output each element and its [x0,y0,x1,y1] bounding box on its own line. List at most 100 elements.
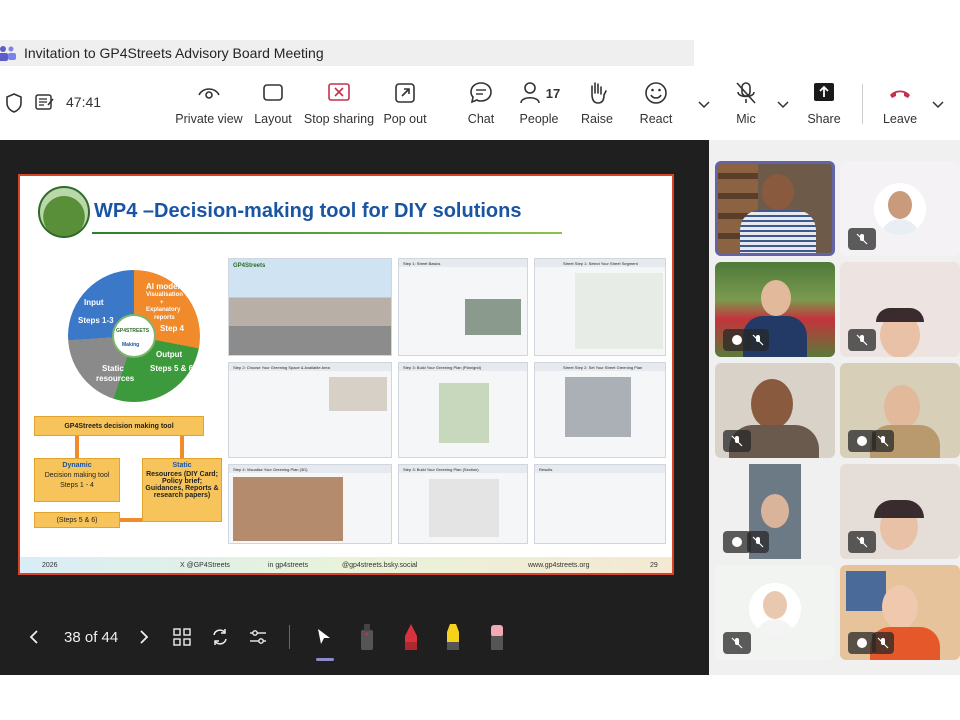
people-label: People [519,112,559,126]
settings-sliders-icon[interactable] [248,622,268,652]
pointer-tool-icon[interactable] [316,622,332,652]
participant-face [884,385,920,429]
thumb-street-step2: Street Step 2: Set Your Street Greening … [534,362,666,458]
thumb-street-step1: Street Step 1: Select Your Street Segmen… [534,258,666,356]
pen-tool-icon[interactable] [358,622,376,652]
mic-label: Mic [736,112,756,126]
background-window [846,571,886,611]
title-bar: Invitation to GP4Streets Advisory Board … [0,40,694,66]
cycle-explanatory: Explanatory [146,307,181,313]
mic-off-icon [872,632,894,654]
react-chevron-icon[interactable] [698,96,710,114]
pop-out-label: Pop out [383,112,427,126]
participant-tile[interactable] [715,363,835,458]
raise-label: Raise [581,112,613,126]
participant-hair [874,500,924,518]
grid-view-icon[interactable] [173,622,191,652]
arrow-bottom [120,518,142,522]
participant-face [882,585,918,629]
pop-out-button[interactable]: Pop out [370,80,440,126]
thumb-street-render: GP4Streets [228,258,392,356]
private-view-button[interactable]: Private view [174,80,244,126]
cycle-reports: reports [154,315,175,321]
diagram-header: GP4Streets decision making tool [34,416,204,436]
participant-tile[interactable] [840,464,960,559]
participant-tile[interactable] [840,565,960,660]
mic-off-icon [848,329,876,351]
participant-tile[interactable] [840,363,960,458]
thumb-step1: Step 1: Street Basics [398,258,528,356]
react-button[interactable]: React [621,80,691,126]
leave-chevron-icon[interactable] [932,96,944,114]
layout-button[interactable]: Layout [238,80,308,126]
stop-sharing-label: Stop sharing [303,112,375,126]
thumb-step2-title: Step 2: Choose Your Greening Space & Ava… [233,365,330,370]
thumb-street2-title: Street Step 2: Set Your Street Greening … [563,365,643,370]
people-icon [519,82,540,104]
footer-page: 29 [650,561,658,569]
diagram-static: Static Resources (DIY Card; Policy brief… [142,458,222,522]
notes-icon[interactable] [35,93,55,116]
gp4streets-logo [38,186,90,238]
thumb-step3-plan: Step 3: Build Your Greening Plan (Plan/g… [398,362,528,458]
participant-tile[interactable] [840,161,960,256]
mic-chevron-icon[interactable] [777,96,789,114]
participant-shirt [740,210,816,253]
cycle-output: Output [156,350,183,359]
thumb-step3s-title: Step 3: Build Your Greening Plan (Sectio… [403,467,479,472]
thumb-step3-title: Step 3: Build Your Greening Plan (Plan/g… [403,365,482,370]
cycle-center-label: GP4STREETS [116,328,150,334]
footer-web: www.gp4streets.org [528,561,590,569]
footer-in: in gp4streets [268,561,309,569]
chat-label: Chat [467,112,495,126]
share-label: Share [807,112,841,126]
thumb-step4: Step 4: Visualise Your Greening Plan (3D… [228,464,392,544]
cycle-center [112,314,156,358]
cycle-resources: resources [96,374,135,383]
phone-hangup-icon [890,90,910,98]
eraser-icon[interactable] [488,622,506,652]
next-slide-button[interactable] [138,622,150,652]
page-counter: 38 of 44 [64,628,119,646]
cycle-making: Making [122,342,140,348]
meeting-timer: 47:41 [66,94,102,110]
stop-sharing-button[interactable]: Stop sharing [304,80,374,126]
shield-icon[interactable] [5,93,23,118]
share-button[interactable]: Share [789,80,859,126]
sync-icon[interactable] [210,622,230,652]
mic-off-icon [872,430,894,452]
cycle-static: Static [102,364,124,373]
leave-button[interactable]: Leave [865,80,935,126]
prev-slide-button[interactable] [28,622,40,652]
arrow-down-left [75,436,79,458]
diagram-steps56: (Steps 5 & 6) [34,512,120,528]
highlighter-red-icon[interactable] [402,622,420,652]
cycle-steps56: Steps 5 & 6 [150,364,194,373]
participant-tile[interactable] [715,262,835,357]
mic-button[interactable]: Mic [711,80,781,126]
cycle-step4: Step 4 [160,324,185,333]
chat-icon [470,82,492,104]
mic-off-icon [723,632,751,654]
cycle-input: Input [84,298,104,307]
controls-divider [289,625,290,649]
footer-bsky: @gp4streets.bsky.social [342,561,418,569]
participant-tile[interactable] [715,565,835,660]
participant-tile-active[interactable] [715,161,835,256]
layout-label: Layout [254,112,292,126]
dynamic-title: Dynamic [62,462,92,469]
participant-tile[interactable] [715,464,835,559]
mic-off-icon [747,531,769,553]
pointer-selected-indicator [316,658,334,661]
dynamic-steps: Steps 1 - 4 [60,482,94,489]
thumb-street1-title: Street Step 1: Select Your Street Segmen… [563,261,638,266]
people-count: 17 [545,85,561,101]
thumb-step3-section: Step 3: Build Your Greening Plan (Sectio… [398,464,528,544]
meeting-title: Invitation to GP4Streets Advisory Board … [24,45,324,61]
mic-off-icon [848,531,876,553]
highlighter-yellow-icon[interactable] [443,622,463,652]
react-label: React [639,112,673,126]
participant-tile[interactable] [840,262,960,357]
diagram-dynamic: Dynamic Decision making tool Steps 1 - 4 [34,458,120,502]
footer-x: X @GP4Streets [180,561,230,569]
